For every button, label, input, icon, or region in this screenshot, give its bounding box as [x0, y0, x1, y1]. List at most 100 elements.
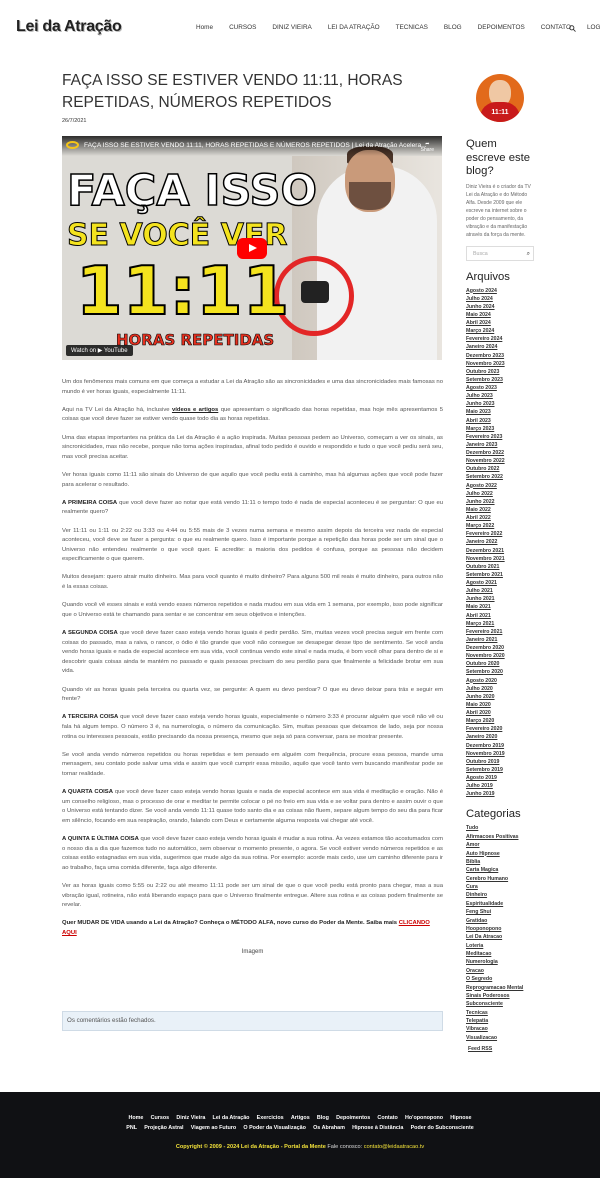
archive-link[interactable]: Agosto 2024	[466, 287, 536, 295]
nav-item-diniz-vieira[interactable]: DINIZ VIEIRA	[264, 24, 319, 31]
archive-link[interactable]: Outubro 2021	[466, 563, 536, 571]
category-link[interactable]: Afirmacoes Positivas	[466, 833, 536, 841]
category-link[interactable]: Vibracao	[466, 1025, 536, 1033]
archive-link[interactable]: Setembro 2022	[466, 473, 536, 481]
category-link[interactable]: Loteria	[466, 942, 536, 950]
contact-email-link[interactable]: contato@leidaatracao.tv	[364, 1144, 424, 1150]
footer-link[interactable]: Depoimentos	[332, 1115, 373, 1121]
archive-link[interactable]: Março 2022	[466, 522, 536, 530]
archive-link[interactable]: Março 2023	[466, 425, 536, 433]
category-link[interactable]: Numerologia	[466, 958, 536, 966]
archive-link[interactable]: Setembro 2023	[466, 376, 536, 384]
footer-link[interactable]: Exercicios	[253, 1115, 287, 1121]
category-link[interactable]: Espiritualidade	[466, 900, 536, 908]
archive-link[interactable]: Fevereiro 2020	[466, 725, 536, 733]
channel-logo-icon[interactable]	[66, 141, 79, 149]
category-link[interactable]: Cerebro Humano	[466, 875, 536, 883]
category-link[interactable]: Cura	[466, 883, 536, 891]
archive-link[interactable]: Dezembro 2021	[466, 547, 536, 555]
category-link[interactable]: Tudo	[466, 824, 536, 832]
archive-link[interactable]: Fevereiro 2023	[466, 433, 536, 441]
archive-link[interactable]: Maio 2021	[466, 603, 536, 611]
share-button[interactable]: ➦ Share	[421, 141, 434, 153]
category-link[interactable]: Amor	[466, 841, 536, 849]
archive-link[interactable]: Outubro 2022	[466, 465, 536, 473]
footer-link[interactable]: Artigos	[287, 1115, 313, 1121]
archive-link[interactable]: Agosto 2020	[466, 677, 536, 685]
footer-link[interactable]: Cursos	[147, 1115, 173, 1121]
archive-link[interactable]: Março 2021	[466, 620, 536, 628]
archive-link[interactable]: Janeiro 2024	[466, 343, 536, 351]
footer-link[interactable]: Hipnose	[447, 1115, 475, 1121]
nav-item-login[interactable]: LOGIN	[579, 24, 600, 31]
category-link[interactable]: Sinais Poderosos	[466, 992, 536, 1000]
category-link[interactable]: Auto Hipnose	[466, 850, 536, 858]
archive-link[interactable]: Fevereiro 2022	[466, 530, 536, 538]
category-link[interactable]: Oracao	[466, 967, 536, 975]
archive-link[interactable]: Fevereiro 2024	[466, 335, 536, 343]
archive-link[interactable]: Março 2024	[466, 327, 536, 335]
archive-link[interactable]: Abril 2020	[466, 709, 536, 717]
archive-link[interactable]: Setembro 2020	[466, 668, 536, 676]
footer-link[interactable]: Blog	[313, 1115, 332, 1121]
archive-link[interactable]: Dezembro 2022	[466, 449, 536, 457]
archive-link[interactable]: Julho 2023	[466, 392, 536, 400]
archive-link[interactable]: Agosto 2021	[466, 579, 536, 587]
archive-link[interactable]: Abril 2024	[466, 319, 536, 327]
category-link[interactable]: Hooponopono	[466, 925, 536, 933]
category-link[interactable]: Dinheiro	[466, 891, 536, 899]
footer-link[interactable]: PNL	[123, 1125, 141, 1131]
archive-link[interactable]: Julho 2020	[466, 685, 536, 693]
search-icon[interactable]	[569, 25, 576, 32]
footer-link[interactable]: Viagem ao Futuro	[187, 1125, 240, 1131]
archive-link[interactable]: Agosto 2022	[466, 482, 536, 490]
archive-link[interactable]: Julho 2021	[466, 587, 536, 595]
footer-link[interactable]: Hipnose à Distância	[349, 1125, 407, 1131]
footer-link[interactable]: O Poder da Visualização	[240, 1125, 310, 1131]
archive-link[interactable]: Junho 2024	[466, 303, 536, 311]
archive-link[interactable]: Janeiro 2020	[466, 733, 536, 741]
footer-link[interactable]: Lei da Atração	[209, 1115, 253, 1121]
archive-link[interactable]: Junho 2019	[466, 790, 536, 798]
archive-link[interactable]: Setembro 2019	[466, 766, 536, 774]
archive-link[interactable]: Julho 2019	[466, 782, 536, 790]
archive-link[interactable]: Dezembro 2020	[466, 644, 536, 652]
nav-item-cursos[interactable]: CURSOS	[221, 24, 264, 31]
nav-item-depoimentos[interactable]: DEPOIMENTOS	[470, 24, 533, 31]
category-link[interactable]: Reprogramacao Mental	[466, 984, 536, 992]
footer-link[interactable]: Diniz Vieira	[173, 1115, 209, 1121]
archive-link[interactable]: Dezembro 2023	[466, 352, 536, 360]
category-link[interactable]: Visualizacao	[466, 1034, 536, 1042]
watch-on-youtube-button[interactable]: Watch on ▶ YouTube	[66, 345, 133, 356]
archive-link[interactable]: Novembro 2020	[466, 652, 536, 660]
archive-link[interactable]: Junho 2020	[466, 693, 536, 701]
archive-link[interactable]: Maio 2024	[466, 311, 536, 319]
category-link[interactable]: Feng Shui	[466, 908, 536, 916]
archive-link[interactable]: Maio 2023	[466, 408, 536, 416]
footer-link[interactable]: Projeção Astral	[141, 1125, 188, 1131]
archive-link[interactable]: Abril 2022	[466, 514, 536, 522]
archive-link[interactable]: Julho 2024	[466, 295, 536, 303]
archive-link[interactable]: Outubro 2023	[466, 368, 536, 376]
footer-link[interactable]: Poder do Subconsciente	[407, 1125, 477, 1131]
archive-link[interactable]: Agosto 2019	[466, 774, 536, 782]
archive-link[interactable]: Maio 2022	[466, 506, 536, 514]
category-link[interactable]: O Segredo	[466, 975, 536, 983]
archive-link[interactable]: Janeiro 2023	[466, 441, 536, 449]
archive-link[interactable]: Novembro 2021	[466, 555, 536, 563]
archive-link[interactable]: Fevereiro 2021	[466, 628, 536, 636]
archive-link[interactable]: Abril 2021	[466, 612, 536, 620]
video-title[interactable]: FAÇA ISSO SE ESTIVER VENDO 11:11, HORAS …	[84, 142, 427, 149]
archive-link[interactable]: Junho 2022	[466, 498, 536, 506]
category-link[interactable]: Gratidao	[466, 917, 536, 925]
nav-item-blog[interactable]: BLOG	[436, 24, 470, 31]
archive-link[interactable]: Outubro 2020	[466, 660, 536, 668]
archive-link[interactable]: Julho 2022	[466, 490, 536, 498]
nav-item-home[interactable]: Home	[188, 24, 221, 31]
archive-link[interactable]: Setembro 2021	[466, 571, 536, 579]
archive-link[interactable]: Junho 2023	[466, 400, 536, 408]
category-link[interactable]: Meditacao	[466, 950, 536, 958]
archive-link[interactable]: Janeiro 2022	[466, 538, 536, 546]
video-title-bar[interactable]: FAÇA ISSO SE ESTIVER VENDO 11:11, HORAS …	[62, 136, 442, 156]
youtube-video-embed[interactable]: FAÇA ISSO SE VOCÊ VER 11:11 HORAS REPETI…	[62, 136, 442, 360]
